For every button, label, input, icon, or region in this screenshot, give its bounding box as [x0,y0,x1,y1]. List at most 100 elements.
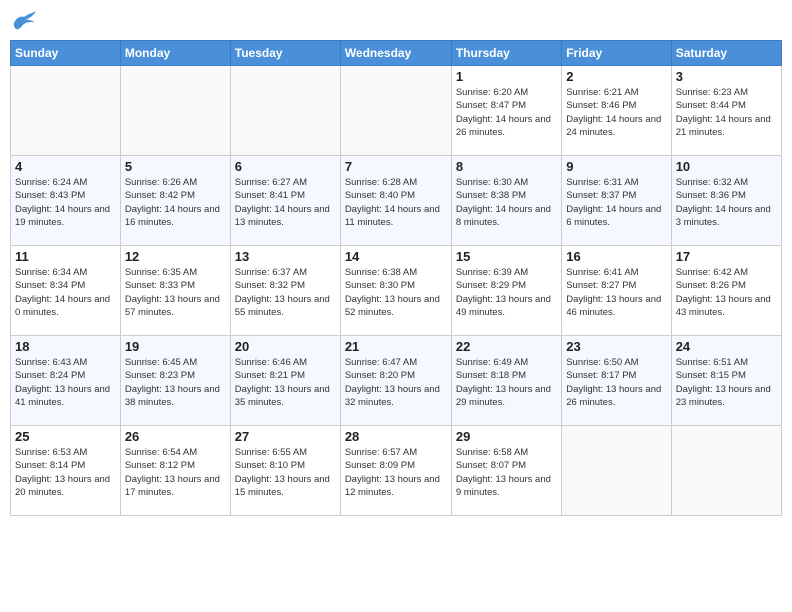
calendar-cell [562,426,671,516]
day-number: 15 [456,249,557,264]
day-number: 23 [566,339,666,354]
day-info: Sunrise: 6:34 AM Sunset: 8:34 PM Dayligh… [15,266,116,319]
calendar-cell: 9 Sunrise: 6:31 AM Sunset: 8:37 PM Daylig… [562,156,671,246]
day-number: 2 [566,69,666,84]
day-number: 16 [566,249,666,264]
weekday-header-tuesday: Tuesday [230,41,340,66]
calendar-cell: 1 Sunrise: 6:20 AM Sunset: 8:47 PM Daylig… [451,66,561,156]
day-number: 22 [456,339,557,354]
calendar-cell: 6 Sunrise: 6:27 AM Sunset: 8:41 PM Daylig… [230,156,340,246]
day-number: 6 [235,159,336,174]
day-number: 18 [15,339,116,354]
calendar-cell: 7 Sunrise: 6:28 AM Sunset: 8:40 PM Daylig… [340,156,451,246]
weekday-header-row: SundayMondayTuesdayWednesdayThursdayFrid… [11,41,782,66]
calendar-cell: 23 Sunrise: 6:50 AM Sunset: 8:17 PM Dayli… [562,336,671,426]
day-info: Sunrise: 6:53 AM Sunset: 8:14 PM Dayligh… [15,446,116,499]
day-number: 26 [125,429,226,444]
day-info: Sunrise: 6:46 AM Sunset: 8:21 PM Dayligh… [235,356,336,409]
weekday-header-thursday: Thursday [451,41,561,66]
day-number: 4 [15,159,116,174]
day-info: Sunrise: 6:50 AM Sunset: 8:17 PM Dayligh… [566,356,666,409]
calendar-cell [230,66,340,156]
calendar-cell: 11 Sunrise: 6:34 AM Sunset: 8:34 PM Dayli… [11,246,121,336]
day-info: Sunrise: 6:23 AM Sunset: 8:44 PM Dayligh… [676,86,777,139]
week-row-3: 11 Sunrise: 6:34 AM Sunset: 8:34 PM Dayli… [11,246,782,336]
calendar-cell [120,66,230,156]
day-info: Sunrise: 6:20 AM Sunset: 8:47 PM Dayligh… [456,86,557,139]
day-number: 9 [566,159,666,174]
day-info: Sunrise: 6:42 AM Sunset: 8:26 PM Dayligh… [676,266,777,319]
calendar-cell: 15 Sunrise: 6:39 AM Sunset: 8:29 PM Dayli… [451,246,561,336]
day-number: 3 [676,69,777,84]
day-number: 14 [345,249,447,264]
calendar-cell [11,66,121,156]
calendar-cell: 4 Sunrise: 6:24 AM Sunset: 8:43 PM Daylig… [11,156,121,246]
day-info: Sunrise: 6:21 AM Sunset: 8:46 PM Dayligh… [566,86,666,139]
page-header [10,10,782,32]
day-number: 20 [235,339,336,354]
day-info: Sunrise: 6:47 AM Sunset: 8:20 PM Dayligh… [345,356,447,409]
calendar-cell: 16Sunrise: 6:41 AM Sunset: 8:27 PM Dayli… [562,246,671,336]
calendar-cell: 18 Sunrise: 6:43 AM Sunset: 8:24 PM Dayli… [11,336,121,426]
week-row-2: 4 Sunrise: 6:24 AM Sunset: 8:43 PM Daylig… [11,156,782,246]
week-row-4: 18 Sunrise: 6:43 AM Sunset: 8:24 PM Dayli… [11,336,782,426]
week-row-5: 25 Sunrise: 6:53 AM Sunset: 8:14 PM Dayli… [11,426,782,516]
calendar-cell: 27 Sunrise: 6:55 AM Sunset: 8:10 PM Dayli… [230,426,340,516]
day-info: Sunrise: 6:31 AM Sunset: 8:37 PM Dayligh… [566,176,666,229]
day-number: 28 [345,429,447,444]
calendar-cell [671,426,781,516]
day-info: Sunrise: 6:28 AM Sunset: 8:40 PM Dayligh… [345,176,447,229]
calendar-cell: 28Sunrise: 6:57 AM Sunset: 8:09 PM Dayli… [340,426,451,516]
day-number: 7 [345,159,447,174]
week-row-1: 1 Sunrise: 6:20 AM Sunset: 8:47 PM Daylig… [11,66,782,156]
day-info: Sunrise: 6:39 AM Sunset: 8:29 PM Dayligh… [456,266,557,319]
calendar-cell: 14 Sunrise: 6:38 AM Sunset: 8:30 PM Dayli… [340,246,451,336]
calendar-cell: 5Sunrise: 6:26 AM Sunset: 8:42 PM Daylig… [120,156,230,246]
day-number: 1 [456,69,557,84]
weekday-header-friday: Friday [562,41,671,66]
day-info: Sunrise: 6:32 AM Sunset: 8:36 PM Dayligh… [676,176,777,229]
calendar-cell: 21 Sunrise: 6:47 AM Sunset: 8:20 PM Dayli… [340,336,451,426]
calendar-cell: 2 Sunrise: 6:21 AM Sunset: 8:46 PM Daylig… [562,66,671,156]
day-number: 19 [125,339,226,354]
calendar-cell: 29Sunrise: 6:58 AM Sunset: 8:07 PM Dayli… [451,426,561,516]
day-info: Sunrise: 6:43 AM Sunset: 8:24 PM Dayligh… [15,356,116,409]
logo [10,10,42,32]
weekday-header-monday: Monday [120,41,230,66]
calendar-cell: 20 Sunrise: 6:46 AM Sunset: 8:21 PM Dayli… [230,336,340,426]
logo-bird-icon [10,10,38,32]
calendar-cell: 17 Sunrise: 6:42 AM Sunset: 8:26 PM Dayli… [671,246,781,336]
day-info: Sunrise: 6:55 AM Sunset: 8:10 PM Dayligh… [235,446,336,499]
day-number: 25 [15,429,116,444]
calendar-cell: 25 Sunrise: 6:53 AM Sunset: 8:14 PM Dayli… [11,426,121,516]
calendar-cell: 10 Sunrise: 6:32 AM Sunset: 8:36 PM Dayli… [671,156,781,246]
day-info: Sunrise: 6:38 AM Sunset: 8:30 PM Dayligh… [345,266,447,319]
day-number: 8 [456,159,557,174]
day-number: 17 [676,249,777,264]
day-info: Sunrise: 6:45 AM Sunset: 8:23 PM Dayligh… [125,356,226,409]
day-number: 10 [676,159,777,174]
weekday-header-saturday: Saturday [671,41,781,66]
day-info: Sunrise: 6:27 AM Sunset: 8:41 PM Dayligh… [235,176,336,229]
day-info: Sunrise: 6:49 AM Sunset: 8:18 PM Dayligh… [456,356,557,409]
day-info: Sunrise: 6:24 AM Sunset: 8:43 PM Dayligh… [15,176,116,229]
calendar-cell: 22 Sunrise: 6:49 AM Sunset: 8:18 PM Dayli… [451,336,561,426]
day-number: 24 [676,339,777,354]
day-number: 11 [15,249,116,264]
calendar-table: SundayMondayTuesdayWednesdayThursdayFrid… [10,40,782,516]
day-number: 13 [235,249,336,264]
day-info: Sunrise: 6:30 AM Sunset: 8:38 PM Dayligh… [456,176,557,229]
day-info: Sunrise: 6:54 AM Sunset: 8:12 PM Dayligh… [125,446,226,499]
day-info: Sunrise: 6:35 AM Sunset: 8:33 PM Dayligh… [125,266,226,319]
day-info: Sunrise: 6:58 AM Sunset: 8:07 PM Dayligh… [456,446,557,499]
day-number: 5 [125,159,226,174]
calendar-cell: 24 Sunrise: 6:51 AM Sunset: 8:15 PM Dayli… [671,336,781,426]
calendar-cell: 3 Sunrise: 6:23 AM Sunset: 8:44 PM Daylig… [671,66,781,156]
weekday-header-sunday: Sunday [11,41,121,66]
day-info: Sunrise: 6:51 AM Sunset: 8:15 PM Dayligh… [676,356,777,409]
calendar-cell: 26 Sunrise: 6:54 AM Sunset: 8:12 PM Dayli… [120,426,230,516]
day-number: 21 [345,339,447,354]
day-info: Sunrise: 6:37 AM Sunset: 8:32 PM Dayligh… [235,266,336,319]
day-number: 12 [125,249,226,264]
day-number: 27 [235,429,336,444]
